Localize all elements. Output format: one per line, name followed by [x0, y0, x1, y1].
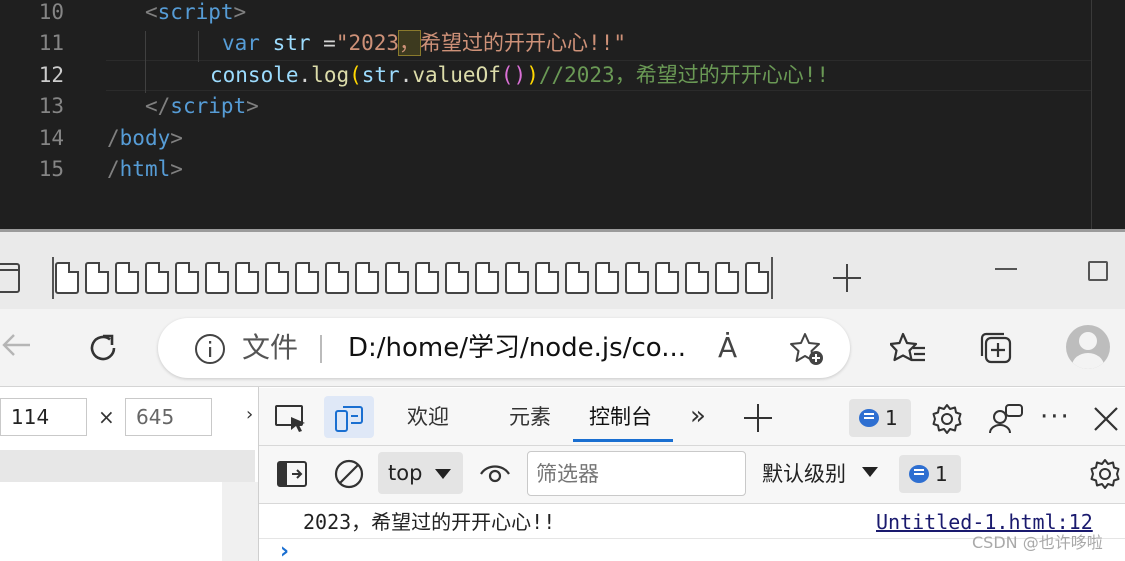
- more-options-icon[interactable]: ···: [1040, 402, 1071, 432]
- code-line-15: 15 /html>: [0, 154, 1125, 185]
- collections-icon[interactable]: [978, 330, 1014, 366]
- people-icon[interactable]: [989, 403, 1023, 435]
- line-number: 14: [38, 126, 64, 150]
- browser-tab[interactable]: [85, 262, 109, 294]
- bracket-match-highlight: ，: [398, 30, 422, 56]
- editor-ruler: [1091, 0, 1092, 229]
- tab-strip-divider: [52, 257, 54, 299]
- chevron-right-icon[interactable]: ›: [246, 403, 253, 427]
- line-code: <script>: [145, 0, 247, 24]
- browser-tab[interactable]: [505, 262, 529, 294]
- tab-elements[interactable]: 元素: [509, 402, 551, 432]
- eye-icon[interactable]: [479, 461, 511, 487]
- browser-tab[interactable]: [175, 262, 199, 294]
- browser-tab[interactable]: [265, 262, 289, 294]
- watermark: CSDN @也许哆啦: [972, 533, 1103, 552]
- browser-tab[interactable]: [415, 262, 439, 294]
- profile-icon[interactable]: [1066, 325, 1110, 369]
- line-code: var str ="2023，希望过的开开心心!!": [222, 30, 626, 56]
- browser-tab[interactable]: [685, 262, 709, 294]
- browser-tab[interactable]: [625, 262, 649, 294]
- line-code: /body>: [107, 126, 183, 150]
- tab-list: [55, 262, 771, 294]
- active-tab-indicator: [573, 439, 673, 442]
- chevron-down-icon[interactable]: [862, 467, 878, 477]
- browser-tab[interactable]: [385, 262, 409, 294]
- issues-badge[interactable]: 1: [849, 399, 911, 437]
- line-code: </script>: [145, 94, 259, 118]
- browser-tab[interactable]: [565, 262, 589, 294]
- more-tabs-button[interactable]: »: [690, 400, 706, 432]
- code-line-14: 14 /body>: [0, 123, 1125, 154]
- address-file-label: 文件: [242, 331, 299, 364]
- device-width-input[interactable]: 114: [0, 398, 87, 436]
- issues-count: 1: [885, 406, 898, 430]
- browser-tab[interactable]: [655, 262, 679, 294]
- clear-icon[interactable]: [333, 458, 365, 490]
- tab-console[interactable]: 控制台: [589, 402, 652, 432]
- browser-tab[interactable]: [325, 262, 349, 294]
- dimension-times: ×: [98, 405, 115, 429]
- code-line-10: 10 <script>: [0, 0, 1125, 28]
- inspect-icon[interactable]: [274, 403, 308, 433]
- browser-tab[interactable]: [715, 262, 739, 294]
- message-icon: [859, 409, 879, 427]
- browser-tab[interactable]: [295, 262, 319, 294]
- sidebar-icon[interactable]: [276, 460, 308, 488]
- back-arrow-icon[interactable]: [0, 329, 32, 361]
- code-line-12: 12 console.log(str.valueOf())//2023，希望过的…: [0, 60, 1125, 91]
- code-line-13: 13 </script>: [0, 91, 1125, 122]
- browser-tab[interactable]: [205, 262, 229, 294]
- maximize-button[interactable]: [1088, 261, 1108, 281]
- device-ruler-bar: [0, 450, 255, 482]
- line-number: 11: [38, 31, 64, 55]
- browser-tab[interactable]: [235, 262, 259, 294]
- tab-welcome[interactable]: 欢迎: [407, 402, 449, 432]
- line-code: /html>: [107, 157, 183, 181]
- browser-tab[interactable]: [745, 262, 769, 294]
- console-issues-count: 1: [935, 462, 948, 486]
- favorite-add-icon[interactable]: [789, 331, 825, 367]
- device-height-input[interactable]: 645: [125, 398, 212, 436]
- read-aloud-icon[interactable]: Ȧ: [718, 330, 737, 366]
- console-log-message: 2023，希望过的开开心心!!: [303, 510, 556, 534]
- browser-tab[interactable]: [445, 262, 469, 294]
- line-number: 13: [38, 94, 64, 118]
- device-toolbar-icon: [335, 406, 363, 432]
- minimize-button[interactable]: [995, 268, 1017, 270]
- browser-tab[interactable]: [475, 262, 499, 294]
- console-issues-badge[interactable]: 1: [899, 455, 961, 493]
- line-code: console.log(str.valueOf())//2023，希望过的开开心…: [210, 63, 829, 87]
- context-select[interactable]: top: [378, 452, 463, 494]
- browser-tab[interactable]: [115, 262, 139, 294]
- line-number: 12: [38, 63, 64, 87]
- close-icon[interactable]: [1092, 405, 1120, 433]
- line-number: 10: [38, 0, 64, 24]
- device-resize-gutter[interactable]: [222, 482, 258, 561]
- console-settings-icon[interactable]: [1089, 458, 1121, 490]
- message-icon: [909, 465, 929, 483]
- console-prompt[interactable]: ›: [280, 540, 289, 561]
- favorites-icon[interactable]: [890, 331, 926, 365]
- tab-strip-divider: [771, 257, 773, 299]
- browser-tab[interactable]: [535, 262, 559, 294]
- log-levels-select[interactable]: 默认级别: [762, 458, 846, 490]
- code-line-11: 11 var str ="2023，希望过的开开心心!!": [0, 28, 1125, 59]
- add-tool-button[interactable]: [744, 404, 772, 432]
- refresh-icon[interactable]: [86, 331, 120, 365]
- code-editor[interactable]: 10 <script> 11 var str ="2023，希望过的开开心心!!…: [0, 0, 1125, 229]
- browser-tab[interactable]: [595, 262, 619, 294]
- filter-input[interactable]: [527, 451, 746, 496]
- browser-tab[interactable]: [145, 262, 169, 294]
- device-viewport[interactable]: [0, 482, 222, 561]
- new-tab-button[interactable]: [831, 262, 863, 294]
- browser-tab[interactable]: [355, 262, 379, 294]
- line-number: 15: [38, 157, 64, 181]
- browser-tab[interactable]: [55, 262, 79, 294]
- window-icon[interactable]: [0, 263, 20, 293]
- address-separator: [320, 335, 322, 363]
- info-icon[interactable]: [194, 333, 226, 365]
- address-url[interactable]: D:/home/学习/node.js/co...: [348, 328, 688, 368]
- gear-icon[interactable]: [931, 403, 963, 435]
